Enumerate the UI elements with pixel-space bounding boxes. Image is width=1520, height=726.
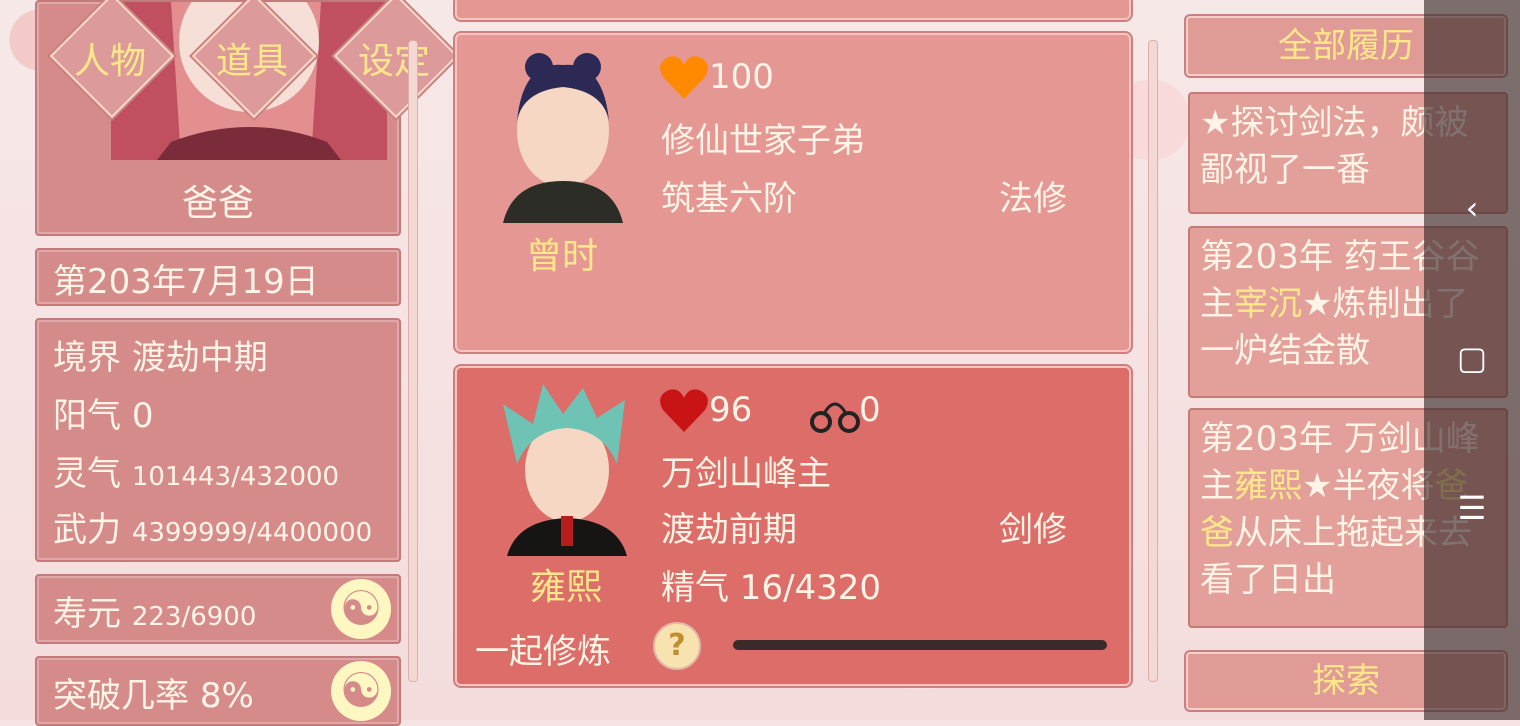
stats-panel: 境界 渡劫中期 阳气 0 灵气 101443/432000 武力 4399999…	[35, 318, 401, 562]
yin-yang-icon[interactable]: ☯	[331, 661, 391, 721]
yang-value: 0	[131, 396, 154, 436]
life-row: 寿元 223/6900	[53, 586, 256, 635]
breakthrough-label: 突破几率	[53, 676, 189, 716]
middle-scrollbar[interactable]	[1148, 40, 1158, 682]
card-top-partial	[455, 0, 1131, 20]
companion-avatar	[493, 51, 633, 223]
companion-identity: 修仙世家子弟	[661, 121, 865, 161]
realm-value: 渡劫中期	[131, 338, 268, 378]
restraint-value: 0	[859, 390, 881, 430]
companion-name: 雍熙	[529, 567, 602, 608]
power-label: 武力	[53, 510, 121, 550]
life-panel: 寿元 223/6900 ☯	[35, 574, 401, 644]
breakthrough-row: 突破几率 8%	[53, 668, 254, 717]
life-value: 223/6900	[131, 602, 257, 632]
power-value: 4399999/4400000	[131, 518, 373, 548]
orange-heart-icon	[660, 56, 708, 99]
companion-essence: 精气 16/4320	[661, 568, 882, 608]
yang-row: 阳气 0	[53, 388, 153, 437]
yang-label: 阳气	[53, 396, 121, 436]
spirit-value: 101443/432000	[131, 462, 340, 492]
realm-label: 境界	[53, 338, 121, 378]
cultivate-label: 一起修炼	[475, 632, 611, 672]
breakthrough-panel: 突破几率 8% ☯	[35, 656, 401, 726]
date-panel: 第203年7月19日	[35, 248, 401, 306]
yin-yang-icon[interactable]: ☯	[331, 579, 391, 639]
red-heart-icon	[660, 389, 708, 432]
handcuffs-icon	[810, 402, 860, 433]
spirit-label: 灵气	[53, 454, 121, 494]
date-text: 第203年7月19日	[53, 262, 319, 302]
realm-row: 境界 渡劫中期	[53, 330, 268, 379]
companion-class: 法修	[999, 179, 1067, 219]
life-label: 寿元	[53, 594, 121, 634]
affection-value: 100	[709, 57, 774, 97]
log-text-segment: 宰沉	[1234, 284, 1302, 324]
log-text-segment: 雍熙	[1234, 466, 1302, 506]
log-text-segment: ★半夜将	[1302, 466, 1435, 506]
companion-stage: 筑基六阶	[661, 179, 797, 219]
companion-class: 剑修	[999, 510, 1067, 550]
companion-avatar	[493, 384, 643, 556]
affection-value: 96	[709, 390, 753, 430]
power-row: 武力 4399999/4400000	[53, 502, 372, 551]
home-icon[interactable]: ▢	[1452, 338, 1492, 378]
help-icon[interactable]: ?	[653, 622, 701, 670]
companion-card-2[interactable]: 雍熙 96 0 万剑山峰主 渡劫前期 剑修 精气 16/4320 一起修炼 ?	[455, 366, 1131, 686]
breakthrough-value: 8%	[199, 676, 254, 716]
companion-stage: 渡劫前期	[661, 510, 797, 550]
menu-icon[interactable]: ☰	[1452, 488, 1492, 528]
companion-card-1[interactable]: 曾时 100 修仙世家子弟 筑基六阶 法修	[455, 33, 1131, 352]
tab-settings-label: 设定	[357, 41, 430, 82]
system-navbar: ‹ ▢ ☰	[1424, 0, 1520, 720]
back-icon[interactable]: ‹	[1452, 188, 1492, 228]
tab-character-label: 人物	[73, 41, 146, 82]
cultivate-progress-bar	[733, 640, 1107, 650]
spirit-row: 灵气 101443/432000	[53, 446, 339, 495]
tab-items-label: 道具	[215, 41, 288, 82]
left-scrollbar[interactable]	[408, 40, 418, 682]
character-name: 爸爸	[181, 183, 254, 224]
companion-name: 曾时	[525, 236, 598, 277]
companion-identity: 万剑山峰主	[661, 454, 831, 494]
